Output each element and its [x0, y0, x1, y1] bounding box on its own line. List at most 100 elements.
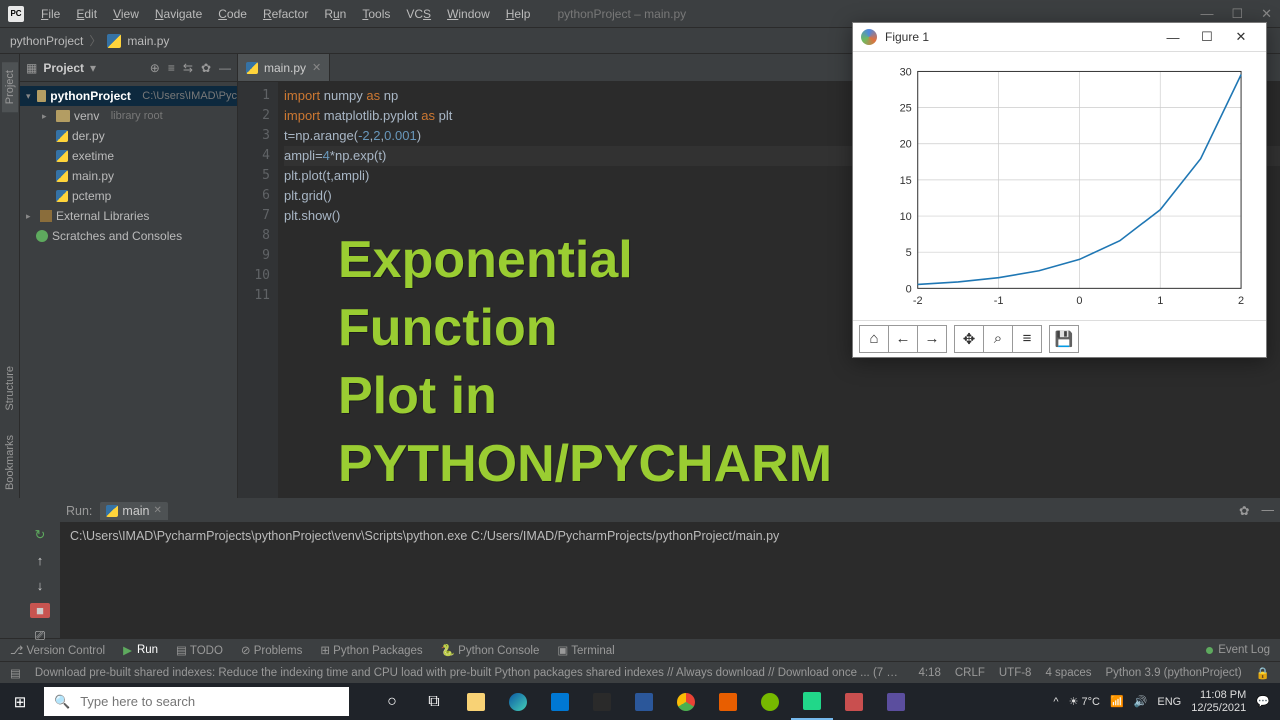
project-tool-tab[interactable]: Project: [2, 62, 18, 112]
app-icon-2[interactable]: [875, 683, 917, 720]
tree-venv[interactable]: ▸ venv library root: [20, 106, 237, 126]
task-view-icon[interactable]: ⧉: [413, 683, 455, 720]
zoom-button[interactable]: ⌕: [983, 325, 1013, 353]
figure-titlebar[interactable]: Figure 1 — ☐ ✕: [853, 23, 1266, 52]
tool-problems[interactable]: ⊘ Problems: [241, 643, 302, 657]
figure-window[interactable]: Figure 1 — ☐ ✕ -2-1012051015202530 ⌂ ← →…: [852, 22, 1267, 358]
mail-icon[interactable]: [539, 683, 581, 720]
tree-project-root[interactable]: ▾ pythonProject C:\Users\IMAD\Pyc: [20, 86, 237, 106]
select-opened-icon[interactable]: ⊕: [150, 61, 160, 75]
rerun-button[interactable]: ↻: [30, 527, 50, 543]
tool-python-packages[interactable]: ⊞ Python Packages: [320, 643, 422, 657]
pan-button[interactable]: ✥: [954, 325, 984, 353]
svg-text:25: 25: [900, 103, 912, 115]
edge-icon[interactable]: [497, 683, 539, 720]
menu-refactor[interactable]: Refactor: [256, 4, 315, 24]
run-output[interactable]: Run: main ✕ ✿ — C:\Users\IMAD\PycharmPro…: [60, 499, 1280, 638]
tool-run[interactable]: ▶ Run: [123, 643, 158, 657]
forward-button[interactable]: →: [917, 325, 947, 353]
menu-run[interactable]: Run: [317, 4, 353, 24]
figure-close-button[interactable]: ✕: [1224, 23, 1258, 51]
taskbar-search[interactable]: 🔍: [44, 687, 349, 716]
search-input[interactable]: [80, 694, 339, 709]
language-indicator[interactable]: ENG: [1157, 696, 1181, 708]
cortana-icon[interactable]: ○: [371, 683, 413, 720]
menu-code[interactable]: Code: [211, 4, 254, 24]
status-eol[interactable]: CRLF: [955, 667, 985, 679]
notifications-icon[interactable]: 💬: [1256, 695, 1270, 708]
menu-vcs[interactable]: VCS: [399, 4, 438, 24]
volume-icon[interactable]: 🔊: [1134, 695, 1148, 708]
pycharm-taskbar-icon[interactable]: [791, 683, 833, 720]
maximize-button[interactable]: ☐: [1231, 6, 1243, 22]
figure-minimize-button[interactable]: —: [1156, 23, 1190, 51]
menu-view[interactable]: View: [106, 4, 146, 24]
collapse-all-icon[interactable]: ⇆: [183, 61, 193, 75]
project-tree[interactable]: ▾ pythonProject C:\Users\IMAD\Pyc ▸ venv…: [20, 82, 237, 250]
run-config-tab[interactable]: main ✕: [100, 502, 167, 520]
clock[interactable]: 11:08 PM12/25/2021: [1191, 689, 1246, 715]
step-down-button[interactable]: ↓: [30, 578, 50, 593]
run-hide-icon[interactable]: —: [1262, 503, 1275, 518]
figure-maximize-button[interactable]: ☐: [1190, 23, 1224, 51]
expand-all-icon[interactable]: ≡: [168, 61, 175, 75]
tray-chevron-icon[interactable]: ^: [1053, 696, 1058, 708]
bookmarks-tool-tab[interactable]: Bookmarks: [2, 427, 18, 498]
status-encoding[interactable]: UTF-8: [999, 667, 1032, 679]
menu-file[interactable]: File: [34, 4, 67, 24]
breadcrumb-file[interactable]: main.py: [127, 34, 169, 48]
explorer-icon[interactable]: [455, 683, 497, 720]
tool-todo[interactable]: ▤ TODO: [176, 643, 223, 657]
word-icon[interactable]: [623, 683, 665, 720]
menu-window[interactable]: Window: [440, 4, 497, 24]
tree-file[interactable]: der.py: [20, 126, 237, 146]
tree-external-libs[interactable]: ▸ External Libraries: [20, 206, 237, 226]
tree-file[interactable]: exetime: [20, 146, 237, 166]
project-label[interactable]: Project: [43, 61, 84, 75]
tree-scratches[interactable]: Scratches and Consoles: [20, 226, 237, 246]
tree-file[interactable]: pctemp: [20, 186, 237, 206]
editor-tab-main[interactable]: main.py ✕: [238, 54, 330, 81]
wifi-icon[interactable]: 📶: [1110, 695, 1124, 708]
back-button[interactable]: ←: [888, 325, 918, 353]
status-icon[interactable]: ▤: [10, 666, 21, 680]
app-icon[interactable]: [833, 683, 875, 720]
home-button[interactable]: ⌂: [859, 325, 889, 353]
save-button[interactable]: 💾: [1049, 325, 1079, 353]
step-up-button[interactable]: ↑: [30, 553, 50, 568]
close-button[interactable]: ✕: [1261, 6, 1272, 22]
configure-button[interactable]: ≡: [1012, 325, 1042, 353]
python-file-icon: [56, 190, 68, 202]
structure-tool-tab[interactable]: Structure: [2, 358, 18, 419]
status-interpreter[interactable]: Python 3.9 (pythonProject): [1106, 667, 1242, 679]
folder-icon: [56, 110, 70, 122]
status-caret-pos[interactable]: 4:18: [918, 667, 940, 679]
run-settings-icon[interactable]: ✿: [1239, 503, 1249, 518]
tool-terminal[interactable]: ▣ Terminal: [557, 643, 614, 657]
close-tab-icon[interactable]: ✕: [312, 61, 321, 74]
store-icon[interactable]: [581, 683, 623, 720]
status-lock-icon[interactable]: 🔒: [1256, 666, 1270, 680]
menu-help[interactable]: Help: [499, 4, 538, 24]
tool-version-control[interactable]: ⎇ Version Control: [10, 643, 105, 657]
tree-file[interactable]: main.py: [20, 166, 237, 186]
menu-navigate[interactable]: Navigate: [148, 4, 209, 24]
layout-button[interactable]: ⎚: [30, 628, 50, 644]
status-indent[interactable]: 4 spaces: [1045, 667, 1091, 679]
utorrent-icon[interactable]: [749, 683, 791, 720]
minimize-button[interactable]: —: [1200, 6, 1213, 22]
menu-tools[interactable]: Tools: [355, 4, 397, 24]
breadcrumb-root[interactable]: pythonProject: [10, 34, 83, 48]
event-log-button[interactable]: Event Log: [1206, 644, 1270, 656]
settings-icon[interactable]: ✿: [201, 61, 211, 75]
start-button[interactable]: ⊞: [0, 683, 40, 720]
chrome-icon[interactable]: [665, 683, 707, 720]
menu-edit[interactable]: Edit: [69, 4, 104, 24]
tool-python-console[interactable]: 🐍 Python Console: [441, 643, 540, 657]
stop-button[interactable]: ■: [30, 603, 50, 618]
system-tray[interactable]: ^ ☀ 7°C 📶 🔊 ENG 11:08 PM12/25/2021 💬: [1053, 689, 1280, 715]
status-message[interactable]: Download pre-built shared indexes: Reduc…: [35, 667, 905, 679]
vlc-icon[interactable]: [707, 683, 749, 720]
weather-widget[interactable]: ☀ 7°C: [1069, 695, 1100, 708]
hide-icon[interactable]: —: [219, 61, 231, 75]
